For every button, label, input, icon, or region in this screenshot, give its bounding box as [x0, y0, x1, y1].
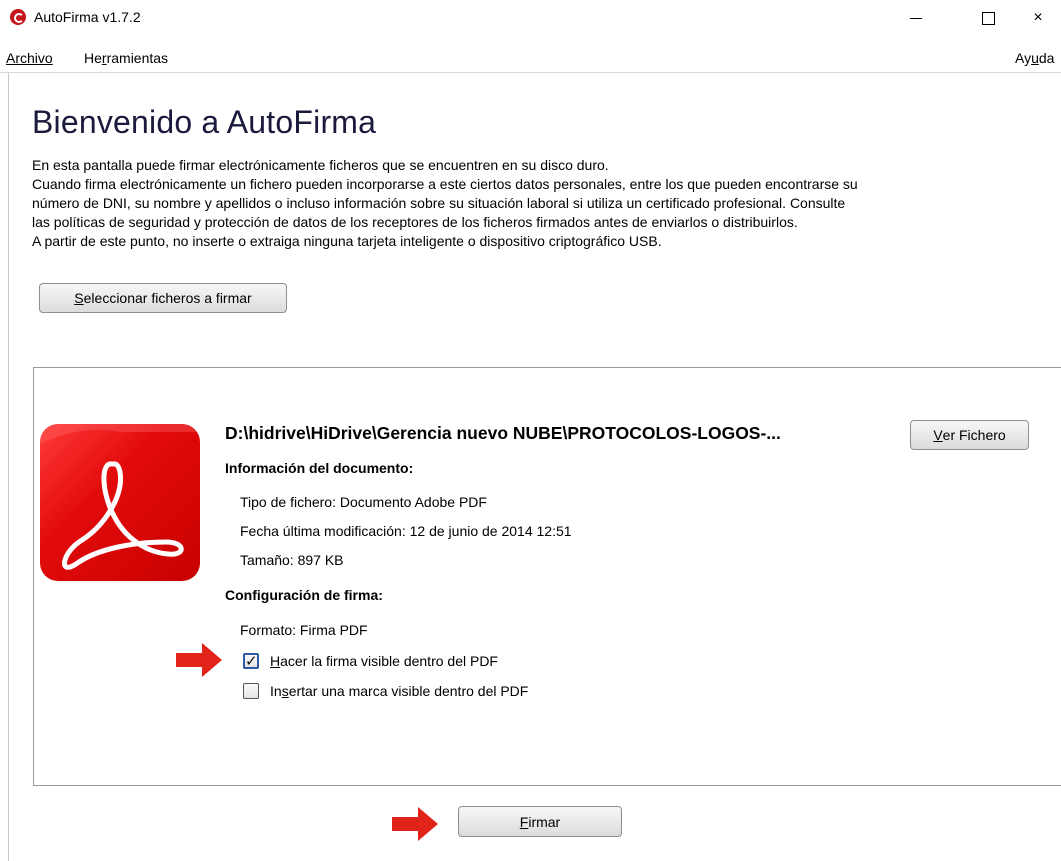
intro-line: En esta pantalla puede firmar electrónic… — [32, 157, 609, 173]
menu-herramientas-label-a: He — [84, 50, 102, 66]
document-info-heading: Información del documento: — [225, 460, 414, 476]
select-files-label: eleccionar ficheros a firmar — [83, 290, 252, 306]
view-file-mnemonic: V — [933, 427, 943, 443]
menu-herramientas-label-b: ramientas — [106, 50, 169, 66]
file-type: Tipo de fichero: Documento Adobe PDF — [240, 494, 487, 510]
select-files-mnemonic: S — [74, 290, 84, 306]
sign-mnemonic: F — [519, 813, 529, 830]
signature-format: Formato: Firma PDF — [240, 622, 368, 638]
menu-archivo[interactable]: Archivo — [6, 50, 53, 66]
arrow-annotation-icon — [176, 643, 222, 677]
visible-signature-mnemonic: H — [270, 653, 281, 669]
close-icon: × — [1033, 9, 1043, 26]
menu-ayuda-mnemonic: u — [1031, 50, 1039, 66]
menu-archivo-label: Archivo — [6, 50, 53, 66]
page-title: Bienvenido a AutoFirma — [32, 104, 377, 140]
select-files-button[interactable]: Seleccionar ficheros a firmar — [39, 283, 287, 313]
menu-herramientas[interactable]: Herramientas — [84, 50, 168, 66]
menu-divider — [0, 72, 1061, 73]
title-bar: AutoFirma v1.7.2 × — [0, 0, 1061, 36]
intro-line: las políticas de seguridad y protección … — [32, 214, 798, 230]
maximize-button[interactable] — [965, 0, 1011, 36]
intro-text: En esta pantalla puede firmar electrónic… — [32, 156, 1052, 251]
content-border — [8, 73, 9, 861]
visible-signature-text: acer la firma visible dentro del PDF — [280, 653, 498, 669]
maximize-icon — [981, 11, 995, 25]
minimize-button[interactable] — [893, 0, 939, 36]
visible-mark-mnemonic: s — [281, 683, 289, 699]
visible-signature-label[interactable]: Hacer la firma visible dentro del PDF — [270, 653, 498, 669]
arrow-annotation-icon — [392, 807, 438, 841]
menu-ayuda-label-b: da — [1038, 50, 1055, 66]
visible-signature-checkbox[interactable]: ✓ — [243, 653, 259, 669]
autofirma-logo-icon — [10, 9, 26, 25]
menu-ayuda-label-a: Ay — [1015, 50, 1032, 66]
file-path: D:\hidrive\HiDrive\Gerencia nuevo NUBE\P… — [225, 423, 781, 443]
file-size: Tamaño: 897 KB — [240, 552, 344, 568]
visible-mark-checkbox[interactable] — [243, 683, 259, 699]
intro-line: número de DNI, su nombre y apellidos o i… — [32, 195, 846, 211]
minimize-icon — [910, 17, 922, 19]
file-modified-date: Fecha última modificación: 12 de junio d… — [240, 523, 572, 539]
view-file-button[interactable]: Ver Fichero — [910, 420, 1029, 450]
visible-mark-text-a: In — [270, 683, 282, 699]
intro-line: Cuando firma electrónicamente un fichero… — [32, 176, 858, 192]
visible-mark-label[interactable]: Insertar una marca visible dentro del PD… — [270, 683, 528, 699]
sign-label: irmar — [528, 813, 561, 830]
pdf-file-icon — [40, 424, 200, 581]
visible-mark-text-b: ertar una marca visible dentro del PDF — [288, 683, 529, 699]
signature-config-heading: Configuración de firma: — [225, 587, 383, 603]
menu-bar: Archivo Herramientas Ayuda — [0, 48, 1061, 72]
window-title: AutoFirma v1.7.2 — [34, 9, 141, 25]
menu-ayuda[interactable]: Ayuda — [1015, 50, 1054, 66]
close-button[interactable]: × — [1015, 0, 1061, 36]
sign-button[interactable]: Firmar — [458, 806, 622, 837]
view-file-label: er Fichero — [942, 427, 1006, 443]
intro-line: A partir de este punto, no inserte o ext… — [32, 233, 662, 249]
